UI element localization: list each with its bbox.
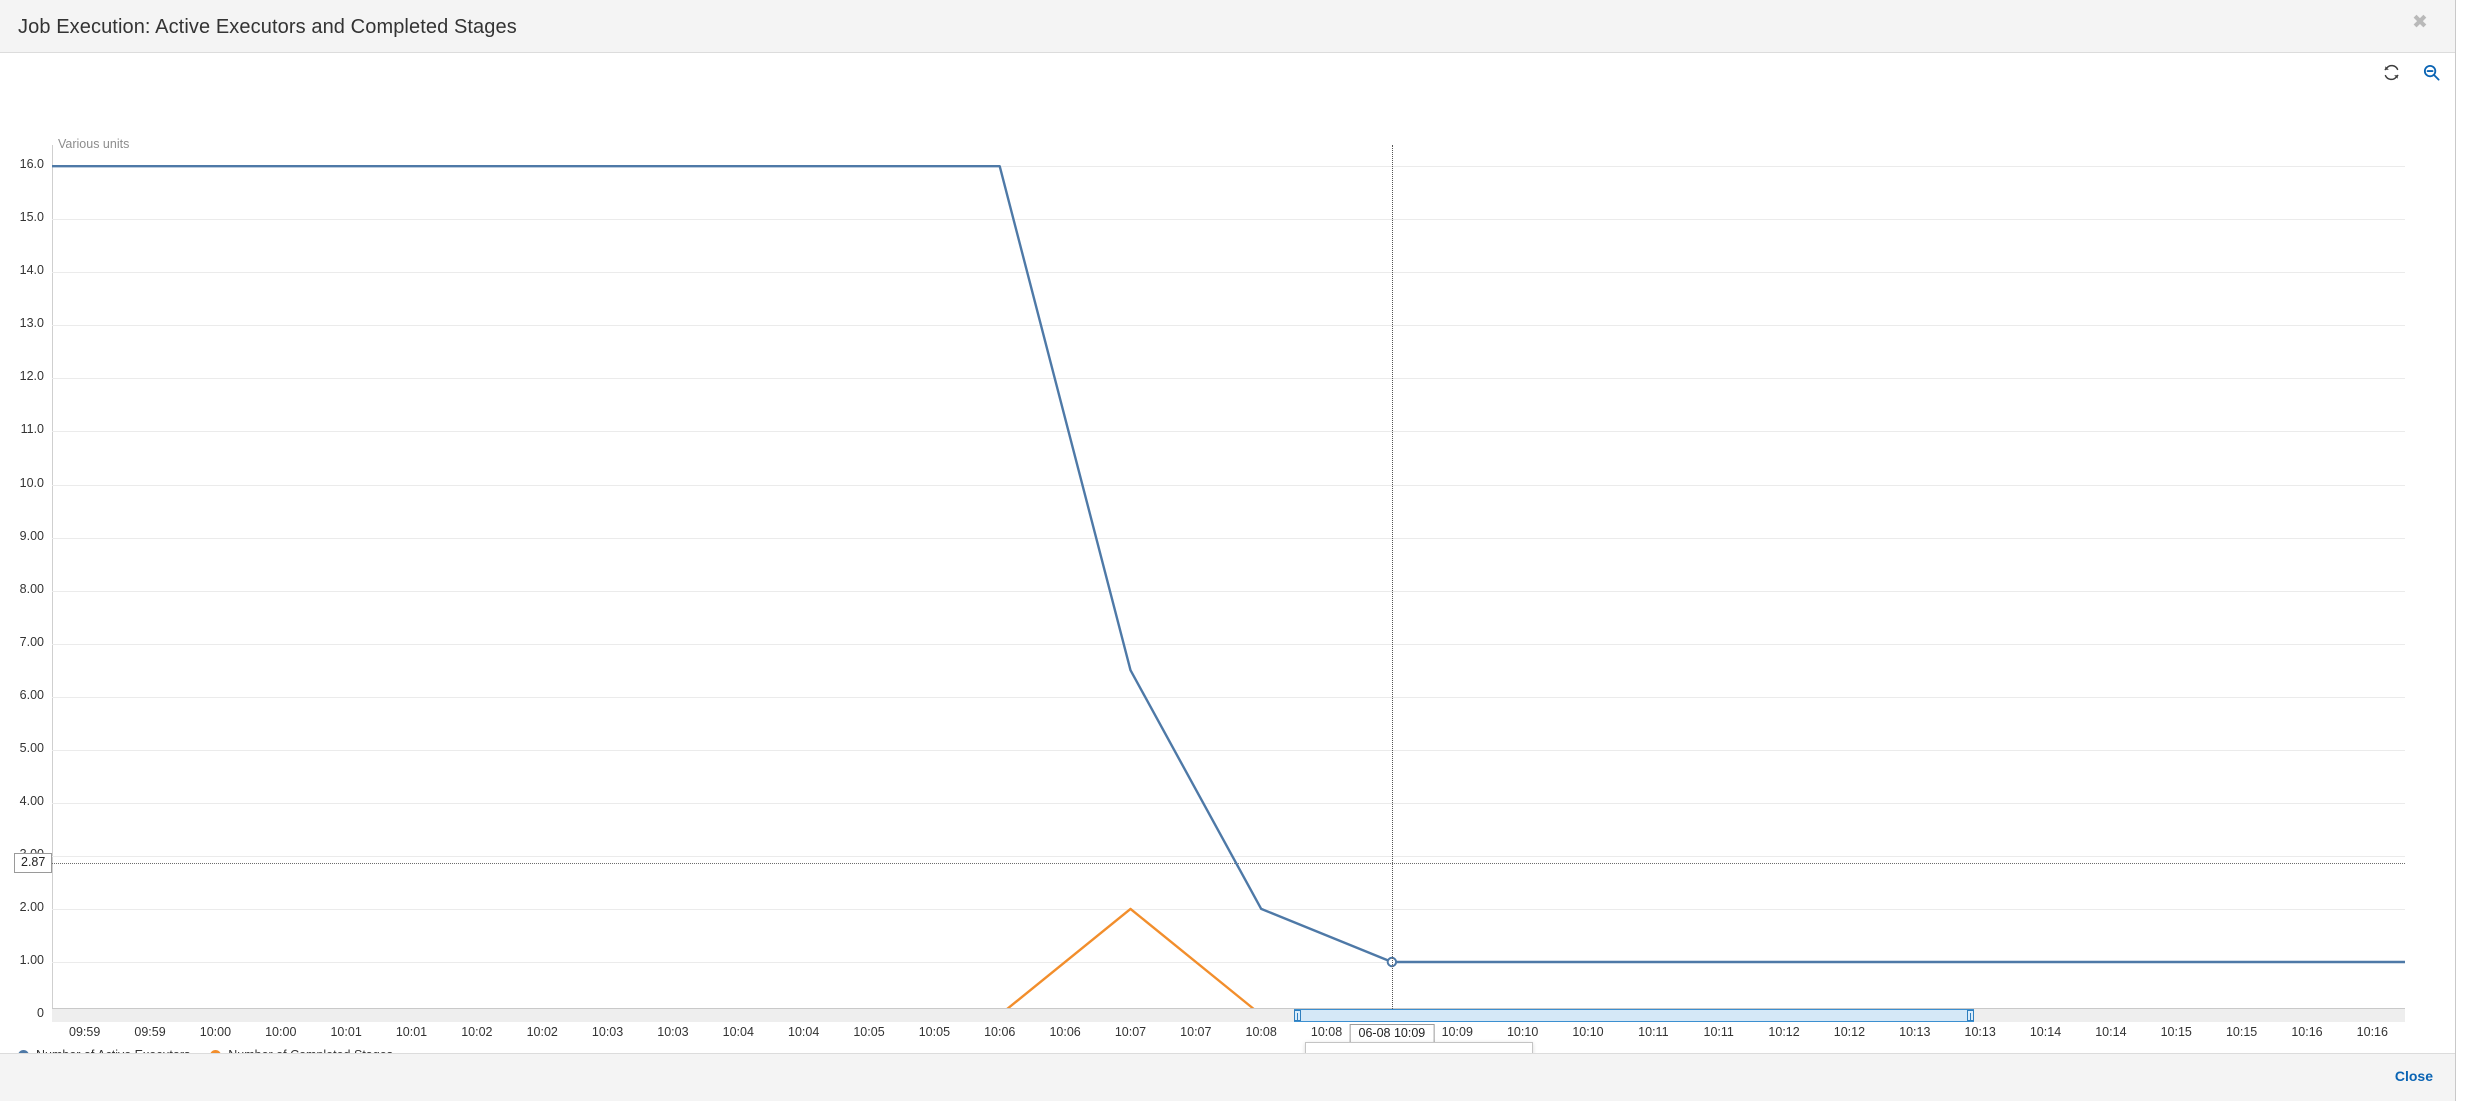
x-axis-tick-label: 10:16	[2356, 1025, 2388, 1039]
x-axis-tick-label: 10:16	[2291, 1025, 2323, 1039]
y-axis-tick-label: 5.00	[19, 740, 44, 755]
x-axis-tick-label: 10:01	[330, 1025, 362, 1039]
zoom-out-icon[interactable]	[2422, 63, 2441, 87]
y-axis-tick-label: 9.00	[19, 528, 44, 543]
x-axis-tick-label: 10:05	[853, 1025, 885, 1039]
y-axis-tick-label: 15.0	[19, 210, 44, 225]
x-axis-tick-label: 10:08	[1310, 1025, 1343, 1039]
modal-header: Job Execution: Active Executors and Comp…	[0, 0, 2455, 53]
x-axis-tick-label: 10:02	[526, 1025, 558, 1039]
legend-item-label: Number of Completed Stages	[228, 1048, 393, 1053]
x-axis-tick-label: 10:15	[2225, 1025, 2258, 1039]
y-axis-tick-label: 12.0	[19, 369, 44, 384]
x-axis-tick-label: 10:06	[1049, 1025, 1081, 1039]
x-axis-tick-label: 10:10	[1506, 1025, 1539, 1039]
cursor-x-label: 06-08 10:09	[1349, 1024, 1435, 1049]
close-button[interactable]: Close	[2395, 1068, 2433, 1084]
time-range-brush[interactable]	[1293, 1009, 1974, 1022]
job-execution-modal: Job Execution: Active Executors and Comp…	[0, 0, 2456, 1101]
chart-legend: Number of Active Executors Number of Com…	[18, 1048, 393, 1053]
x-axis-tick-label: 10:14	[2029, 1025, 2062, 1039]
x-axis-tick-label: 10:11	[1638, 1025, 1669, 1039]
chart-tooltip: 2018-06-08 10:09 Local 1. Number of Acti…	[1305, 1042, 1533, 1053]
y-axis-tick-label: 4.00	[19, 793, 44, 808]
x-axis-tick-label: 10:09	[1441, 1025, 1473, 1039]
x-axis-tick-label: 10:12	[1833, 1025, 1866, 1039]
refresh-icon[interactable]	[2383, 64, 2400, 86]
series-lines	[52, 145, 2405, 1015]
x-axis-tick-label: 10:04	[788, 1025, 820, 1039]
x-axis-tick-label: 10:03	[591, 1025, 624, 1039]
cursor-x-label-text: 06-08 10:09	[1358, 1026, 1426, 1040]
chart-plot-area[interactable]: Various units 16.0 15.0 14.0 13.0 12.0 11.0 10…	[0, 53, 2455, 1053]
page-title: Job Execution: Active Executors and Comp…	[18, 16, 517, 38]
x-axis-tick-label: 10:01	[395, 1025, 428, 1039]
close-icon[interactable]: ✖	[2409, 11, 2431, 33]
x-axis-tick-label: 10:00	[199, 1025, 232, 1039]
x-axis-tick-label: 10:15	[2160, 1025, 2192, 1039]
x-axis-ticks: 09:59 09:59 10:00 10:00 10:01 10:01 10:02 10:02…	[0, 1025, 2455, 1045]
legend-item-label: Number of Active Executors	[36, 1048, 190, 1053]
y-axis-tick-label: 2.00	[19, 899, 44, 914]
x-axis-tick-label: 10:07	[1114, 1025, 1147, 1039]
y-axis-tick-label: 10.0	[19, 475, 44, 490]
legend-item-active-executors[interactable]: Number of Active Executors	[18, 1048, 190, 1053]
x-axis-tick-label: 10:13	[1899, 1025, 1931, 1039]
y-axis-tick-label: 13.0	[19, 316, 44, 331]
y-axis-tick-label: 14.0	[19, 263, 44, 278]
y-axis-tick-label: 6.00	[19, 687, 44, 702]
threshold-value-badge: 2.87	[14, 852, 53, 873]
chart-toolbar	[2383, 63, 2441, 87]
x-axis-tick-label: 10:07	[1180, 1025, 1212, 1039]
y-axis-tick-label: 11.0	[20, 422, 44, 437]
x-axis-tick-label: 09:59	[134, 1025, 166, 1039]
modal-body: Various units 16.0 15.0 14.0 13.0 12.0 11.0 10…	[0, 53, 2455, 1053]
x-axis-tick-label: 10:14	[2095, 1025, 2127, 1039]
modal-footer: Close	[0, 1053, 2455, 1101]
x-axis-tick-label: 10:02	[461, 1025, 493, 1039]
x-axis-tick-label: 10:11	[1703, 1025, 1734, 1039]
brush-handle-right[interactable]	[1966, 1010, 1974, 1021]
x-axis-tick-label: 10:05	[918, 1025, 951, 1039]
x-axis-tick-label: 10:03	[657, 1025, 689, 1039]
x-axis-tick-label: 10:13	[1964, 1025, 1996, 1039]
tooltip-title: 2018-06-08 10:09 Local	[1317, 1052, 1521, 1053]
y-axis-tick-label: 1.00	[19, 952, 44, 967]
x-axis-tick-label: 10:08	[1245, 1025, 1277, 1039]
x-axis-tick-label: 10:06	[984, 1025, 1016, 1039]
y-axis-tick-label: 8.00	[19, 581, 44, 596]
brush-handle-left[interactable]	[1293, 1010, 1301, 1021]
x-axis-band[interactable]	[52, 1008, 2405, 1022]
y-axis-tick-label: 0	[37, 1006, 44, 1020]
cursor-crosshair-line	[1391, 145, 1393, 1015]
y-axis-tick-label: 16.0	[19, 157, 44, 172]
x-axis-tick-label: 09:59	[69, 1025, 101, 1039]
x-axis-tick-label: 10:10	[1572, 1025, 1604, 1039]
legend-color-swatch	[18, 1049, 29, 1053]
legend-color-swatch	[210, 1049, 222, 1053]
x-axis-tick-label: 10:12	[1768, 1025, 1800, 1039]
x-axis-tick-label: 10:04	[722, 1025, 754, 1039]
series-line	[52, 166, 2405, 962]
x-axis-tick-label: 10:00	[265, 1025, 297, 1039]
legend-item-completed-stages[interactable]: Number of Completed Stages	[210, 1048, 393, 1053]
y-axis-tick-label: 7.00	[19, 634, 44, 649]
